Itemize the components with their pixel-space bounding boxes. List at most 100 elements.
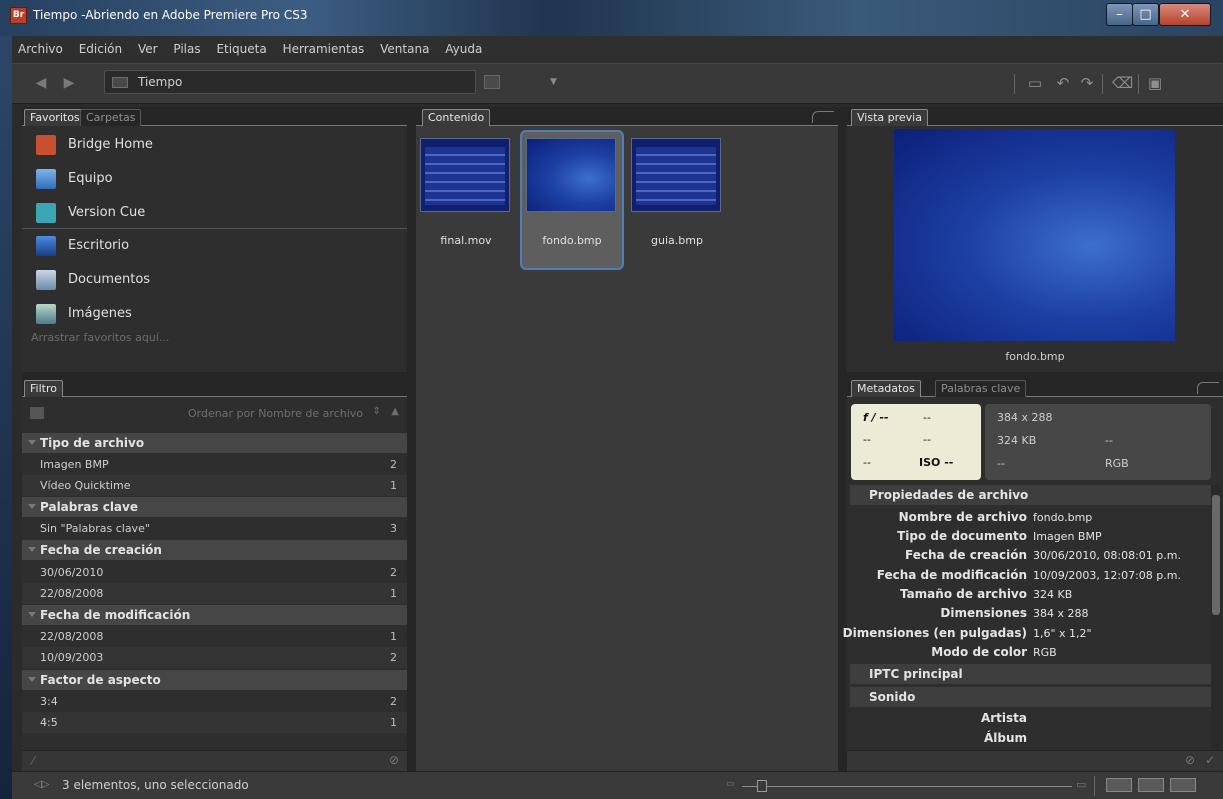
filter-row[interactable]: 10/09/2003 2 xyxy=(22,647,407,668)
toggle-panels-icon[interactable]: ◁▷ xyxy=(34,779,49,790)
rotate-right-icon[interactable]: ↷ xyxy=(1078,73,1096,93)
metadata-value[interactable]: RGB xyxy=(1033,643,1057,662)
menu-ayuda[interactable]: Ayuda xyxy=(439,36,488,63)
filter-group-palabras[interactable]: Palabras clave xyxy=(22,497,407,517)
thumbnail-item[interactable]: guia.bmp xyxy=(625,130,729,270)
close-button[interactable]: ✕ xyxy=(1159,3,1211,26)
tab-favoritos[interactable]: Favoritos xyxy=(24,109,86,126)
metadata-label: Modo de color xyxy=(931,645,1027,659)
back-arrow-icon[interactable]: ◀ xyxy=(32,75,50,91)
workspace-1-icon[interactable] xyxy=(1106,778,1132,792)
filter-row[interactable]: 4:5 1 xyxy=(22,712,407,733)
workspace-3-icon[interactable] xyxy=(1170,778,1196,792)
thumbnail-label: final.mov xyxy=(440,234,492,247)
zoom-out-icon[interactable]: ▭ xyxy=(726,779,735,789)
thumbnail-size-slider[interactable] xyxy=(742,786,1072,787)
filter-group-creacion[interactable]: Fecha de creación xyxy=(22,540,407,560)
metadata-value[interactable]: 10/09/2003, 12:07:08 p.m. xyxy=(1033,566,1181,585)
menu-ver[interactable]: Ver xyxy=(132,36,164,63)
new-folder-icon[interactable]: ▭ xyxy=(1026,73,1044,93)
filter-group-tipo[interactable]: Tipo de archivo xyxy=(22,433,407,453)
filter-row[interactable]: Sin "Palabras clave" 3 xyxy=(22,518,407,539)
thumbnail-item-selected[interactable]: fondo.bmp xyxy=(520,130,624,270)
thumbnail-item[interactable]: final.mov xyxy=(414,130,518,270)
title-bar[interactable]: Br Tiempo -Abriendo en Adobe Premiere Pr… xyxy=(0,0,1223,36)
menu-edicion[interactable]: Edición xyxy=(73,36,128,63)
metadata-label: Fecha de modificación xyxy=(876,568,1027,582)
maximize-button[interactable]: □ xyxy=(1132,3,1159,26)
menu-herramientas[interactable]: Herramientas xyxy=(277,36,371,63)
rotate-left-icon[interactable]: ↶ xyxy=(1054,73,1072,93)
tab-palabras-clave[interactable]: Palabras clave xyxy=(935,380,1027,397)
tab-vista-previa[interactable]: Vista previa xyxy=(851,109,928,126)
tab-metadatos[interactable]: Metadatos xyxy=(851,380,921,397)
filter-group-modificacion[interactable]: Fecha de modificación xyxy=(22,605,407,625)
favorite-label: Bridge Home xyxy=(68,137,153,152)
panel-splitter[interactable] xyxy=(838,107,847,771)
filter-group-title: Palabras clave xyxy=(40,500,138,514)
apply-edit-icon[interactable]: ✓ xyxy=(1205,753,1215,767)
focal-value: -- xyxy=(863,456,871,469)
chevron-down-icon[interactable]: ▼ xyxy=(550,77,557,87)
filter-row-label: 30/06/2010 xyxy=(40,566,104,579)
metadata-value[interactable]: 384 x 288 xyxy=(1033,604,1089,623)
metadata-value[interactable]: 324 KB xyxy=(1033,585,1072,604)
tab-carpetas[interactable]: Carpetas xyxy=(80,109,142,126)
metadata-value[interactable]: 1,6" x 1,2" xyxy=(1033,624,1092,643)
folder-icon xyxy=(112,77,128,88)
compact-mode-icon[interactable]: ▣ xyxy=(1146,73,1164,93)
favorite-label: Equipo xyxy=(68,171,113,186)
menu-ventana[interactable]: Ventana xyxy=(374,36,435,63)
sort-direction-icon[interactable]: ▲ xyxy=(391,406,399,417)
thumbnail-image xyxy=(420,138,510,212)
filter-row-count: 1 xyxy=(390,630,397,643)
toolbar-separator xyxy=(1138,74,1139,94)
tab-filtro[interactable]: Filtro xyxy=(24,380,63,397)
preview-image[interactable] xyxy=(894,129,1175,341)
filter-footer: ⁄ ⊘ xyxy=(22,750,407,771)
forward-arrow-icon[interactable]: ▶ xyxy=(60,75,78,91)
no-filter-icon[interactable]: ⊘ xyxy=(389,753,399,767)
filter-row[interactable]: Vídeo Quicktime 1 xyxy=(22,475,407,496)
status-bar: ◁▷ 3 elementos, uno seleccionado ▭ ▭ xyxy=(12,771,1223,799)
panel-menu-icon[interactable] xyxy=(812,111,834,123)
filter-row[interactable]: 22/08/2008 1 xyxy=(22,626,407,647)
filter-row[interactable]: 3:4 2 xyxy=(22,691,407,712)
workspace-2-icon[interactable] xyxy=(1138,778,1164,792)
menu-pilas[interactable]: Pilas xyxy=(167,36,206,63)
panel-menu-icon[interactable] xyxy=(1197,382,1219,394)
sort-chevron-icon[interactable]: ⇕ xyxy=(373,406,381,417)
thumbnail-table-graphic xyxy=(425,147,505,205)
clear-filter-icon[interactable]: ⁄ xyxy=(32,754,34,768)
menu-etiqueta[interactable]: Etiqueta xyxy=(210,36,272,63)
filter-row[interactable]: 30/06/2010 2 xyxy=(22,562,407,583)
filter-group-aspecto[interactable]: Factor de aspecto xyxy=(22,670,407,690)
metadata-row: Dimensiones (en pulgadas) 1,6" x 1,2" xyxy=(843,624,1205,643)
filter-options-icon[interactable] xyxy=(30,407,44,419)
filter-group-title: Factor de aspecto xyxy=(40,673,161,687)
metadata-value[interactable]: 30/06/2010, 08:08:01 p.m. xyxy=(1033,546,1181,565)
path-text: Tiempo xyxy=(138,75,183,89)
slider-thumb[interactable] xyxy=(757,780,767,792)
filter-row[interactable]: Imagen BMP 2 xyxy=(22,454,407,475)
filter-tabstrip xyxy=(22,378,407,397)
path-dropdown[interactable]: Tiempo ▼ xyxy=(104,70,557,94)
zoom-in-icon[interactable]: ▭ xyxy=(1076,778,1086,791)
scrollbar-thumb[interactable] xyxy=(1212,495,1220,615)
tab-contenido[interactable]: Contenido xyxy=(422,109,491,126)
section-iptc[interactable]: IPTC principal xyxy=(850,664,1212,684)
section-file-properties[interactable]: Propiedades de archivo xyxy=(850,485,1212,505)
trash-icon[interactable]: ⌫ xyxy=(1112,73,1133,93)
minimize-button[interactable]: – xyxy=(1106,3,1133,26)
metadata-label: Nombre de archivo xyxy=(898,510,1027,524)
section-sound[interactable]: Sonido xyxy=(850,687,1212,707)
metadata-scrollbar[interactable] xyxy=(1211,485,1221,750)
filter-row[interactable]: 22/08/2008 1 xyxy=(22,583,407,604)
parent-folder-icon[interactable] xyxy=(484,75,500,89)
metadata-value[interactable]: fondo.bmp xyxy=(1033,508,1092,527)
sort-label[interactable]: Ordenar por Nombre de archivo xyxy=(188,407,363,420)
cancel-edit-icon[interactable]: ⊘ xyxy=(1185,753,1195,767)
path-bar: ◀ ▶ Tiempo ▼ ▭ ↶ ↷ ⌫ ▣ xyxy=(12,64,1223,104)
metadata-value[interactable]: Imagen BMP xyxy=(1033,527,1102,546)
menu-archivo[interactable]: Archivo xyxy=(12,36,69,63)
